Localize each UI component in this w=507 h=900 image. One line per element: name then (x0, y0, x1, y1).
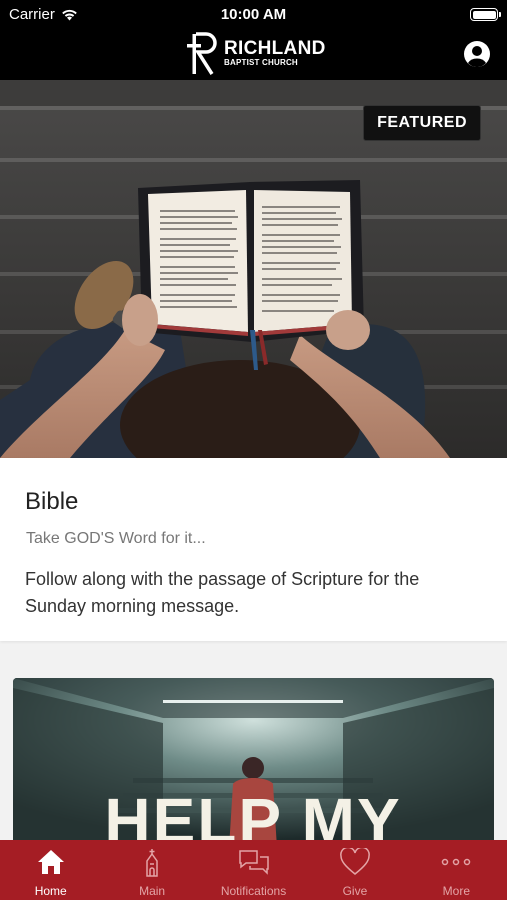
tab-home[interactable]: Home (0, 840, 101, 900)
tab-main[interactable]: Main (101, 840, 202, 900)
sermon-artwork: HELP MY (13, 678, 494, 848)
card-title: Bible (25, 488, 79, 515)
tab-notifications[interactable]: Notifications (203, 840, 304, 900)
church-icon (146, 849, 158, 877)
logo-title: RICHLAND (224, 38, 326, 59)
sermon-title-text: HELP MY (104, 785, 401, 848)
logo-subtitle: BAPTIST CHURCH (224, 58, 298, 67)
status-bar: Carrier 10:00 AM (0, 5, 507, 25)
ellipsis-icon (442, 858, 471, 866)
featured-image[interactable]: FEATURED (0, 80, 507, 458)
tab-main-label: Main (139, 884, 166, 898)
tab-more[interactable]: More (406, 840, 507, 900)
chat-bubbles-icon (238, 850, 269, 875)
logo-r-icon (187, 32, 217, 75)
card-description: Follow along with the passage of Scriptu… (25, 569, 420, 616)
featured-badge: FEATURED (363, 105, 481, 141)
battery-icon (470, 8, 501, 21)
status-time: 10:00 AM (220, 6, 287, 23)
tab-give[interactable]: Give (304, 840, 405, 900)
tab-give-label: Give (342, 884, 368, 898)
house-icon (37, 850, 64, 874)
tab-bar: Home Main Notifications Give More (0, 840, 507, 900)
top-bar: Carrier 10:00 AM RICHLAND BAPTIST CHURCH (0, 0, 507, 80)
tab-more-label: More (442, 884, 470, 898)
heart-icon (340, 848, 370, 875)
profile-icon[interactable] (463, 40, 491, 68)
card-subtitle: Take GOD'S Word for it... (26, 530, 206, 547)
tab-notifications-label: Notifications (220, 884, 287, 898)
tab-home-label: Home (34, 884, 67, 898)
church-logo: RICHLAND BAPTIST CHURCH (184, 30, 326, 76)
sermon-card-image[interactable]: HELP MY (13, 678, 494, 848)
featured-card[interactable]: Bible Take GOD'S Word for it... Follow a… (0, 458, 507, 641)
